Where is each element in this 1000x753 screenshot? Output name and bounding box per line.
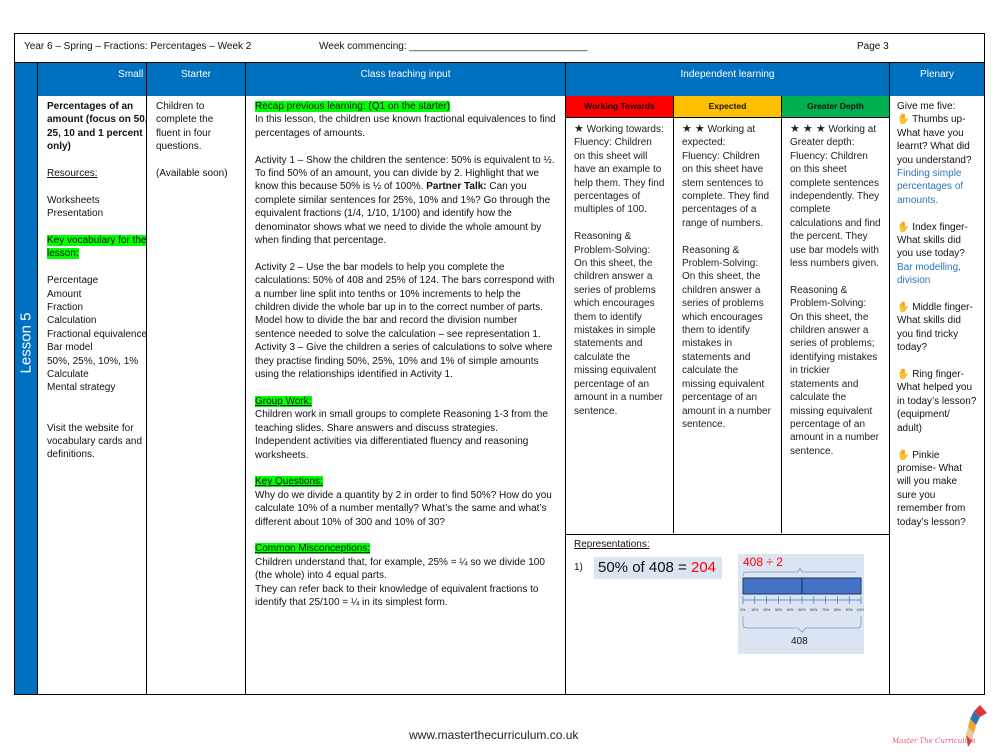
page-number: Page 3 [857, 41, 889, 52]
starter-header: Starter [147, 63, 245, 96]
vocab-label: Key vocabulary for the lesson: [47, 235, 147, 260]
bar-model: 408 ÷ 2 0% 10% 20% 30% 40% 50% 60% 70% 80% 90% 100… [738, 554, 864, 654]
visit-website-note: Visit the website for vocabulary cards a… [47, 422, 143, 461]
partner-talk-label: Partner Talk: [426, 181, 487, 193]
teaching-column: Class teaching input Recap previous lear… [246, 63, 566, 694]
hand-icon: ✋ [897, 449, 910, 461]
hand-icon: ✋ [897, 114, 910, 126]
activity-2: Activity 2 – Use the bar models to help … [255, 261, 555, 340]
representations-section: Representations: 1) 50% of 408 = 204 408… [566, 534, 889, 694]
hand-icon: ✋ [897, 302, 910, 314]
hand-icon: ✋ [897, 369, 910, 381]
misconception-2: They can refer back to their knowledge o… [255, 583, 539, 608]
plenary-column: Plenary Give me five: ✋ Thumbs up- What … [890, 63, 984, 694]
recap-label: Recap previous learning: (Q1 on the star… [255, 101, 451, 112]
tick-label: 90% [846, 608, 854, 612]
teaching-intro: In this lesson, the children use known f… [255, 114, 556, 139]
top-brace [742, 567, 856, 577]
independent-text: Independent activities via differentiate… [255, 436, 529, 461]
independent-column: Independent learning Working Towards Exp… [566, 63, 890, 694]
vocab-item: Bar model [47, 342, 93, 354]
rep-equation: 50% of 408 = 204 [594, 557, 722, 579]
lesson-label: Lesson 5 [17, 312, 35, 374]
representations-label: Representations: [574, 539, 650, 550]
tick-label: 30% [775, 608, 783, 612]
working-towards-header: Working Towards [566, 96, 674, 118]
vocab-item: Calculate [47, 369, 89, 381]
bar-total-label: 408 [791, 636, 808, 647]
vocab-item: Fractional equivalences [47, 328, 153, 340]
star-icon: ★ [574, 123, 584, 135]
small-step-title: Percentages of an amount (focus on 50, 2… [47, 101, 148, 153]
header-bar: Year 6 – Spring – Fractions: Percentages… [15, 34, 984, 63]
greater-depth-cell: ★ ★ ★ Working at Greater depth: Fluency:… [790, 123, 881, 457]
plenary-intro: Give me five: [897, 101, 956, 112]
vocab-item: Fraction [47, 302, 84, 314]
plenary-header: Plenary [890, 63, 984, 96]
plan-title: Year 6 – Spring – Fractions: Percentages… [24, 41, 252, 52]
bottom-brace [742, 616, 862, 633]
tick-label: 20% [763, 608, 771, 612]
logo-text: Master The Curriculum [892, 737, 976, 745]
hand-icon: ✋ [897, 221, 910, 233]
group-work-text: Children work in small groups to complet… [255, 409, 548, 434]
vocab-item: Mental strategy [47, 382, 116, 394]
key-questions-label: Key Questions: [255, 476, 323, 488]
activity-3: Activity 3 – Give the children a series … [255, 342, 553, 381]
rep-answer: 204 [691, 559, 717, 576]
star-icon: ★ ★ [682, 123, 705, 135]
footer-url[interactable]: www.masterthecurriculum.co.uk [409, 728, 578, 742]
star-icon: ★ ★ ★ [790, 123, 826, 135]
misconceptions-label: Common Misconceptions: [255, 543, 371, 555]
plenary-answer: Bar modelling, division [897, 261, 961, 287]
tick-label: 40% [787, 608, 795, 612]
expected-cell: ★ ★ Working at expected: Fluency: Childr… [674, 118, 782, 533]
week-commencing: Week commencing: _______________________… [319, 41, 588, 52]
vocab-item: 50%, 25%, 10%, 1% [47, 355, 139, 367]
lesson-plan-sheet: Year 6 – Spring – Fractions: Percentages… [14, 33, 985, 695]
key-questions-text: Why do we divide a quantity by 2 in orde… [255, 489, 552, 528]
brand-logo: Master The Curriculum [890, 703, 990, 748]
vocab-item: Calculation [47, 315, 97, 327]
plenary-answer: Finding simple percentages of amounts. [897, 168, 964, 206]
rep-number: 1) [574, 562, 583, 573]
tick-label: 100% [856, 608, 864, 612]
vocab-item: Amount [47, 288, 82, 300]
expected-header: Expected [674, 96, 782, 118]
independent-header: Independent learning [566, 63, 889, 96]
starter-text: Children to complete the fluent in four … [156, 101, 214, 153]
tick-label: 80% [834, 608, 842, 612]
lesson-column: Lesson 5 [15, 63, 38, 694]
tick-label: 60% [810, 608, 818, 612]
activity-1: Activity 1 – Show the children the sente… [255, 154, 555, 247]
starter-column: Starter Children to complete the fluent … [146, 63, 246, 694]
working-towards-cell: ★ Working towards: Fluency: Children on … [566, 118, 674, 533]
tick-label: 0% [740, 608, 746, 612]
plan-grid: Lesson 5 Small step Percentages of an am… [15, 63, 984, 694]
tick-label: 10% [751, 608, 759, 612]
starter-note: (Available soon) [156, 168, 228, 180]
teaching-header: Class teaching input [246, 63, 565, 96]
vocab-item: Percentage [47, 275, 99, 287]
group-work-label: Group Work: [255, 395, 312, 407]
misconception-1: Children understand that, for example, 2… [255, 556, 545, 582]
tick-label: 50% [798, 608, 806, 612]
tick-label: 70% [822, 608, 830, 612]
greater-depth-header: Greater Depth [782, 96, 889, 118]
